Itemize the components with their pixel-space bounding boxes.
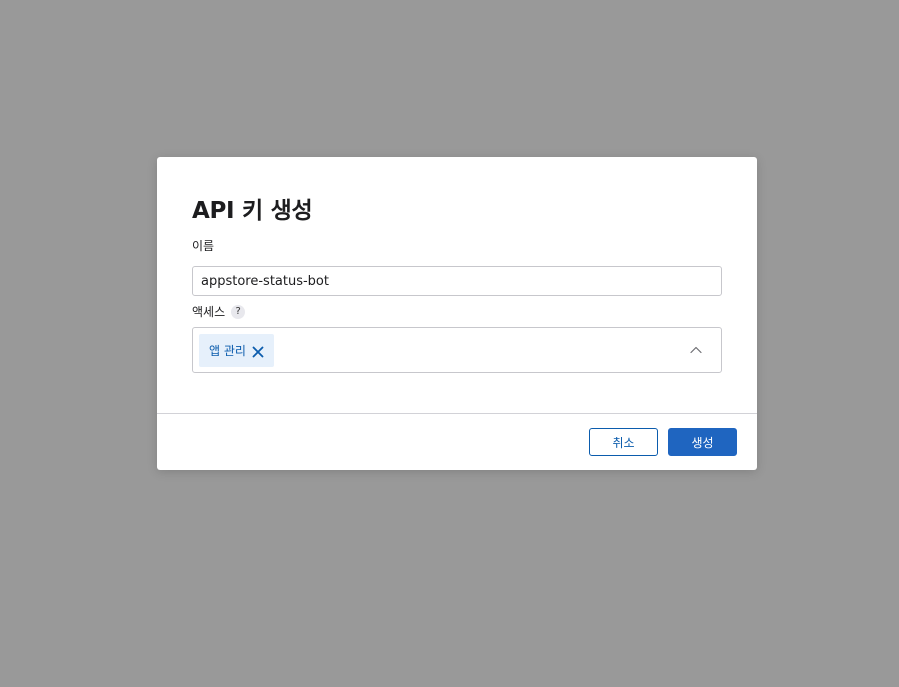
create-api-key-dialog: API 키 생성 이름 액세스 ? 앱 관리 취소 생성 — [157, 157, 757, 470]
access-chip: 앱 관리 — [199, 334, 274, 367]
help-icon[interactable]: ? — [231, 304, 246, 319]
access-label-row: 액세스 ? — [192, 303, 246, 320]
create-button[interactable]: 생성 — [668, 428, 737, 456]
chevron-up-icon[interactable] — [689, 343, 703, 357]
access-select[interactable]: 앱 관리 — [192, 327, 722, 373]
dialog-title: API 키 생성 — [192, 198, 313, 224]
name-input[interactable] — [192, 266, 722, 296]
name-label: 이름 — [192, 239, 215, 253]
cancel-button[interactable]: 취소 — [589, 428, 658, 456]
access-chip-label: 앱 관리 — [209, 344, 246, 358]
access-label: 액세스 — [192, 305, 226, 319]
footer-divider — [157, 413, 757, 414]
close-icon[interactable] — [252, 346, 264, 358]
